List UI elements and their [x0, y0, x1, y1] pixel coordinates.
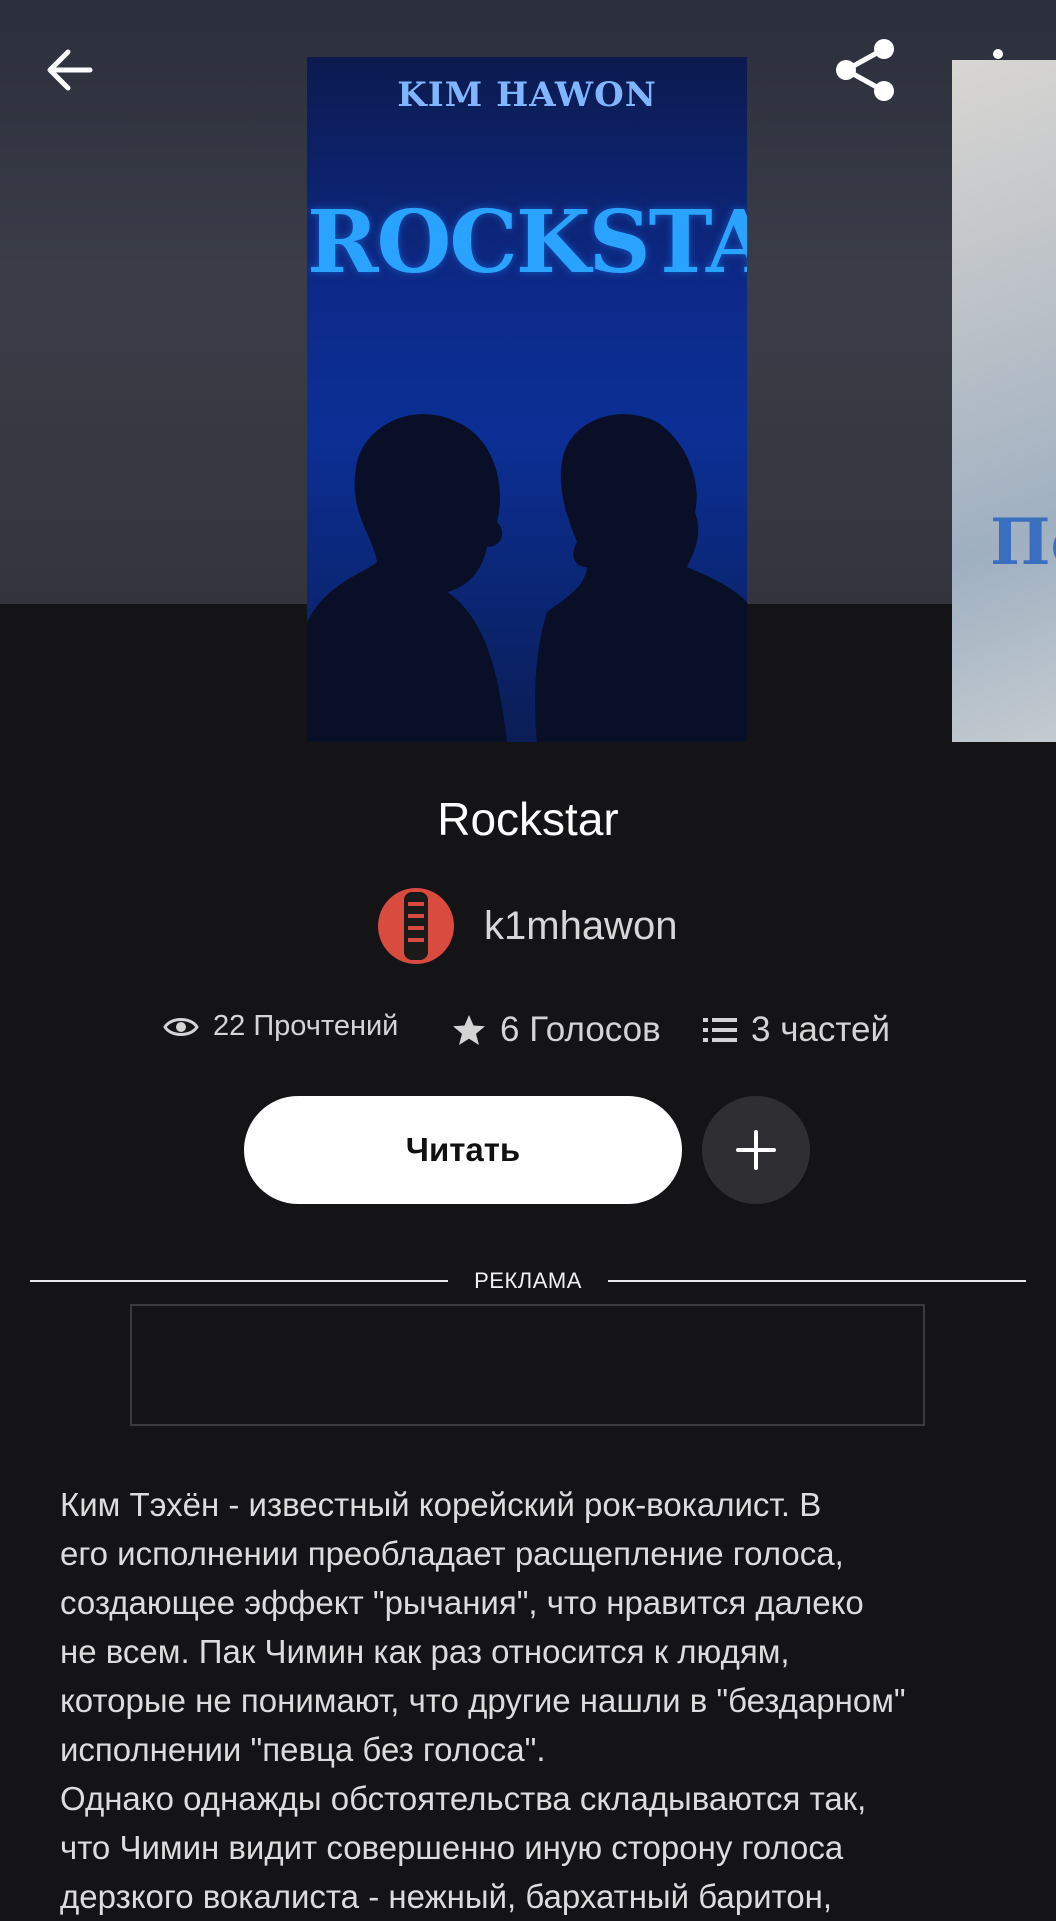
votes-stat: 6 Голосов [452, 1010, 661, 1050]
author-avatar[interactable] [378, 888, 454, 964]
author-link[interactable]: k1mhawon [378, 888, 677, 964]
ad-slot[interactable] [130, 1304, 925, 1426]
book-cover[interactable]: KIM HAWON ROCKSTAR [307, 57, 747, 742]
share-button[interactable] [820, 30, 910, 110]
list-icon [703, 1016, 737, 1044]
ad-header: РЕКЛАМА [30, 1268, 1026, 1298]
plus-icon [736, 1130, 776, 1170]
next-cover-text: Пе [990, 505, 1056, 580]
parts-stat: 3 частей [703, 1010, 890, 1050]
ad-divider-right [608, 1280, 1026, 1282]
read-button[interactable]: Читать [244, 1096, 682, 1204]
cover-title-text: ROCKSTAR [307, 192, 747, 293]
cover-silhouettes-image [307, 414, 747, 742]
avatar-image [378, 888, 454, 964]
cover-author-text: KIM HAWON [397, 75, 657, 115]
ad-divider-left [30, 1280, 448, 1282]
reads-count: 22 Прочтений [213, 1010, 399, 1042]
next-book-cover[interactable]: Пе [952, 60, 1056, 742]
add-to-library-button[interactable] [702, 1096, 810, 1204]
eye-icon [163, 1015, 199, 1039]
book-title: Rockstar [437, 793, 619, 845]
book-description: Ким Тэхён - известный корейский рок-вока… [60, 1486, 906, 1915]
ad-label: РЕКЛАМА [474, 1268, 582, 1293]
star-icon [452, 1014, 486, 1046]
votes-count: 6 Голосов [500, 1010, 661, 1049]
share-icon [836, 39, 894, 101]
reads-stat: 22 Прочтений [163, 1010, 398, 1043]
parts-count: 3 частей [751, 1010, 891, 1049]
back-button[interactable] [30, 30, 110, 110]
book-stats: 22 Прочтений 6 Голосов 3 частей [0, 1010, 1056, 1060]
arrow-left-icon [47, 49, 93, 91]
author-name[interactable]: k1mhawon [484, 904, 677, 949]
